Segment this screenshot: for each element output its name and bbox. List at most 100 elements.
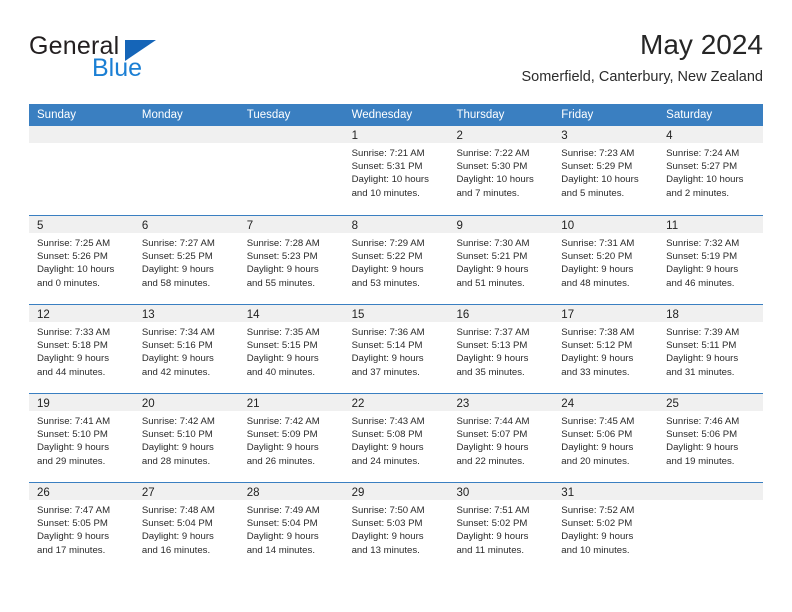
sunset-text: Sunset: 5:25 PM xyxy=(141,251,213,263)
sunrise-text: Sunrise: 7:38 AM xyxy=(561,327,635,338)
daylight-text-line1: Daylight: 9 hours xyxy=(456,531,529,543)
sunset-text: Sunset: 5:14 PM xyxy=(351,340,423,352)
daylight-text-line2: and 14 minutes. xyxy=(246,544,315,556)
calendar-day-cell[interactable]: 21 Sunrise: 7:42 AM Sunset: 5:09 PM Dayligh… xyxy=(238,394,344,482)
day-number: 9 xyxy=(456,220,463,232)
day-sun-info: Sunrise: 7:30 AM Sunset: 5:21 PM Daylight:… xyxy=(448,233,553,290)
daylight-text-line2: and 29 minutes. xyxy=(37,455,106,467)
calendar-day-cell[interactable]: 10 Sunrise: 7:31 AM Sunset: 5:20 PM Dayligh… xyxy=(553,216,659,304)
sunrise-text: Sunrise: 7:32 AM xyxy=(666,238,740,249)
daylight-text-line1: Daylight: 9 hours xyxy=(37,531,109,543)
calendar-day-cell[interactable]: 27 Sunrise: 7:48 AM Sunset: 5:04 PM Dayligh… xyxy=(133,483,239,571)
calendar-day-cell[interactable]: 30 Sunrise: 7:51 AM Sunset: 5:02 PM Dayligh… xyxy=(448,483,554,571)
calendar-day-cell[interactable]: 29 Sunrise: 7:50 AM Sunset: 5:03 PM Dayligh… xyxy=(343,483,449,571)
day-sun-info: Sunrise: 7:21 AM Sunset: 5:31 PM Daylight:… xyxy=(344,143,449,200)
day-number-band: 11 xyxy=(658,216,764,233)
sunrise-text: Sunrise: 7:47 AM xyxy=(37,505,111,516)
daylight-text-line1: Daylight: 9 hours xyxy=(561,531,634,543)
daylight-text-line2: and 40 minutes. xyxy=(246,366,315,378)
calendar-day-cell[interactable]: 26 Sunrise: 7:47 AM Sunset: 5:05 PM Dayligh… xyxy=(29,483,134,571)
calendar-week-row: 19 Sunrise: 7:41 AM Sunset: 5:10 PM Dayligh… xyxy=(29,393,764,482)
sunset-text: Sunset: 5:07 PM xyxy=(456,429,528,441)
sunrise-text: Sunrise: 7:28 AM xyxy=(246,238,320,249)
daylight-text-line2: and 58 minutes. xyxy=(141,277,211,289)
calendar-day-cell[interactable]: 31 Sunrise: 7:52 AM Sunset: 5:02 PM Dayligh… xyxy=(553,483,659,571)
calendar-day-cell[interactable]: 7 Sunrise: 7:28 AM Sunset: 5:23 PM Daylight… xyxy=(238,216,344,304)
calendar-day-cell[interactable]: 5 Sunrise: 7:25 AM Sunset: 5:26 PM Daylight… xyxy=(29,216,134,304)
weekday-header-tuesday: Tuesday xyxy=(246,109,291,121)
sunset-text: Sunset: 5:16 PM xyxy=(141,340,213,352)
day-sun-info: Sunrise: 7:49 AM Sunset: 5:04 PM Daylight:… xyxy=(239,500,344,557)
calendar-day-cell[interactable]: 20 Sunrise: 7:42 AM Sunset: 5:10 PM Dayligh… xyxy=(133,394,239,482)
daylight-text-line2: and 20 minutes. xyxy=(561,455,630,467)
daylight-text-line2: and 33 minutes. xyxy=(561,366,630,378)
daylight-text-line1: Daylight: 9 hours xyxy=(351,264,424,276)
day-number-band: 18 xyxy=(658,305,764,322)
day-number: 4 xyxy=(666,130,673,142)
day-number: 15 xyxy=(351,309,365,321)
calendar-day-cell[interactable]: 19 Sunrise: 7:41 AM Sunset: 5:10 PM Dayligh… xyxy=(29,394,134,482)
day-sun-info: Sunrise: 7:33 AM Sunset: 5:18 PM Daylight:… xyxy=(29,322,134,379)
calendar-day-cell[interactable]: 25 Sunrise: 7:46 AM Sunset: 5:06 PM Dayligh… xyxy=(658,394,764,482)
day-number: 19 xyxy=(37,398,50,410)
calendar-day-cell[interactable]: 2 Sunrise: 7:22 AM Sunset: 5:30 PM Daylight… xyxy=(448,126,554,215)
day-sun-info: Sunrise: 7:44 AM Sunset: 5:07 PM Daylight:… xyxy=(448,411,553,468)
daylight-text-line1: Daylight: 9 hours xyxy=(351,353,424,365)
calendar-day-cell[interactable]: 24 Sunrise: 7:45 AM Sunset: 5:06 PM Dayligh… xyxy=(553,394,659,482)
sunrise-text: Sunrise: 7:42 AM xyxy=(141,416,215,427)
calendar-day-cell[interactable]: 16 Sunrise: 7:37 AM Sunset: 5:13 PM Dayligh… xyxy=(448,305,554,393)
sunset-text: Sunset: 5:22 PM xyxy=(351,251,423,263)
daylight-text-line1: Daylight: 10 hours xyxy=(666,174,744,186)
calendar-day-cell[interactable]: 3 Sunrise: 7:23 AM Sunset: 5:29 PM Daylight… xyxy=(553,126,659,215)
sunrise-text: Sunrise: 7:41 AM xyxy=(37,416,111,427)
day-number: 25 xyxy=(666,398,679,410)
sunset-text: Sunset: 5:02 PM xyxy=(561,518,633,530)
daylight-text-line2: and 55 minutes. xyxy=(246,277,315,289)
day-number-band: 1 xyxy=(343,126,449,143)
calendar-day-cell[interactable]: 13 Sunrise: 7:34 AM Sunset: 5:16 PM Dayligh… xyxy=(133,305,239,393)
day-number-band: 27 xyxy=(133,483,239,500)
calendar-day-cell[interactable]: 9 Sunrise: 7:30 AM Sunset: 5:21 PM Daylight… xyxy=(448,216,554,304)
calendar-day-cell[interactable]: 11 Sunrise: 7:32 AM Sunset: 5:19 PM Dayligh… xyxy=(658,216,764,304)
day-number-band: 14 xyxy=(238,305,344,322)
calendar-day-cell[interactable]: 6 Sunrise: 7:27 AM Sunset: 5:25 PM Daylight… xyxy=(133,216,239,304)
weekday-header-thursday: Thursday xyxy=(456,109,505,121)
calendar-day-cell[interactable]: 8 Sunrise: 7:29 AM Sunset: 5:22 PM Daylight… xyxy=(343,216,449,304)
daylight-text-line2: and 19 minutes. xyxy=(666,455,735,467)
daylight-text-line1: Daylight: 9 hours xyxy=(141,353,214,365)
day-number-band: 13 xyxy=(133,305,239,322)
day-sun-info: Sunrise: 7:45 AM Sunset: 5:06 PM Daylight:… xyxy=(553,411,658,468)
brand-logo[interactable]: General Blue xyxy=(29,32,249,90)
day-number-band: 25 xyxy=(658,394,764,411)
day-number-band: 2 xyxy=(448,126,554,143)
daylight-text-line1: Daylight: 9 hours xyxy=(561,353,634,365)
calendar-day-cell[interactable]: 17 Sunrise: 7:38 AM Sunset: 5:12 PM Dayligh… xyxy=(553,305,659,393)
day-number: 29 xyxy=(351,487,365,499)
calendar-day-cell[interactable]: 1 Sunrise: 7:21 AM Sunset: 5:31 PM Daylight… xyxy=(343,126,449,215)
daylight-text-line2: and 42 minutes. xyxy=(141,366,211,378)
sunset-text: Sunset: 5:19 PM xyxy=(666,251,738,263)
sunset-text: Sunset: 5:12 PM xyxy=(561,340,633,352)
calendar-day-cell[interactable]: 23 Sunrise: 7:44 AM Sunset: 5:07 PM Dayligh… xyxy=(448,394,554,482)
sunrise-text: Sunrise: 7:44 AM xyxy=(456,416,530,427)
calendar-day-cell[interactable]: 14 Sunrise: 7:35 AM Sunset: 5:15 PM Dayligh… xyxy=(238,305,344,393)
day-sun-info: Sunrise: 7:27 AM Sunset: 5:25 PM Daylight:… xyxy=(134,233,239,290)
calendar-day-cell[interactable]: 28 Sunrise: 7:49 AM Sunset: 5:04 PM Dayligh… xyxy=(238,483,344,571)
calendar-day-cell[interactable]: 15 Sunrise: 7:36 AM Sunset: 5:14 PM Dayligh… xyxy=(343,305,449,393)
day-number-band xyxy=(658,483,764,500)
day-sun-info: Sunrise: 7:23 AM Sunset: 5:29 PM Daylight:… xyxy=(553,143,658,200)
calendar-week-row: 5 Sunrise: 7:25 AM Sunset: 5:26 PM Daylight… xyxy=(29,215,764,304)
calendar-day-cell[interactable]: 22 Sunrise: 7:43 AM Sunset: 5:08 PM Dayligh… xyxy=(343,394,449,482)
daylight-text-line2: and 10 minutes. xyxy=(561,544,630,556)
calendar-day-cell[interactable]: 4 Sunrise: 7:24 AM Sunset: 5:27 PM Daylight… xyxy=(658,126,764,215)
day-number-band: 12 xyxy=(29,305,134,322)
daylight-text-line1: Daylight: 10 hours xyxy=(351,174,429,186)
day-sun-info: Sunrise: 7:24 AM Sunset: 5:27 PM Daylight:… xyxy=(658,143,763,200)
calendar-day-cell[interactable]: 18 Sunrise: 7:39 AM Sunset: 5:11 PM Dayligh… xyxy=(658,305,764,393)
day-number-band: 21 xyxy=(238,394,344,411)
day-number-band: 23 xyxy=(448,394,554,411)
day-sun-info: Sunrise: 7:48 AM Sunset: 5:04 PM Daylight:… xyxy=(134,500,239,557)
calendar-day-cell[interactable]: 12 Sunrise: 7:33 AM Sunset: 5:18 PM Dayligh… xyxy=(29,305,134,393)
day-number: 13 xyxy=(141,309,155,321)
day-number: 22 xyxy=(351,398,365,410)
